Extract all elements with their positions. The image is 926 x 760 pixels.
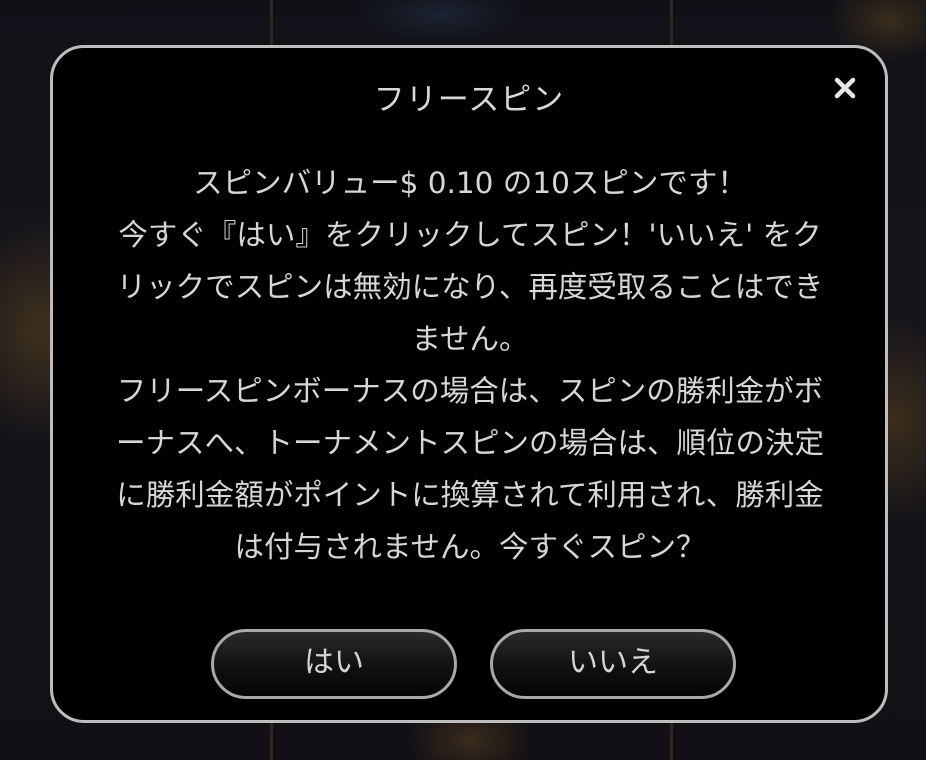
message-line: に勝利金額がポイントに換算されて利用され、勝利金 <box>116 478 824 512</box>
message-line: は付与されません。今すぐスピン？ <box>234 530 706 564</box>
message-line: リックでスピンは無効になり、再度受取ることはでき <box>116 270 824 304</box>
close-button[interactable] <box>827 70 863 106</box>
free-spin-dialog: フリースピン スピンバリュー$ 0.10 の10スピンです！ 今すぐ『はい』をク… <box>50 45 888 723</box>
message-line: ーナスへ、トーナメントスピンの場合は、順位の決定 <box>115 426 824 460</box>
message-line: 今すぐ『はい』をクリックしてスピン！'いいえ' をク <box>118 218 822 252</box>
message-line: スピンバリュー$ 0.10 の10スピンです！ <box>193 166 747 200</box>
no-button[interactable]: いいえ <box>490 629 736 699</box>
dialog-message: スピンバリュー$ 0.10 の10スピンです！ 今すぐ『はい』をクリックしてスピ… <box>57 157 883 573</box>
yes-button[interactable]: はい <box>211 629 457 699</box>
close-icon <box>834 77 856 99</box>
dialog-title: フリースピン <box>373 82 565 118</box>
message-line: ません。 <box>411 322 529 356</box>
message-line: フリースピンボーナスの場合は、スピンの勝利金がボ <box>116 374 824 408</box>
